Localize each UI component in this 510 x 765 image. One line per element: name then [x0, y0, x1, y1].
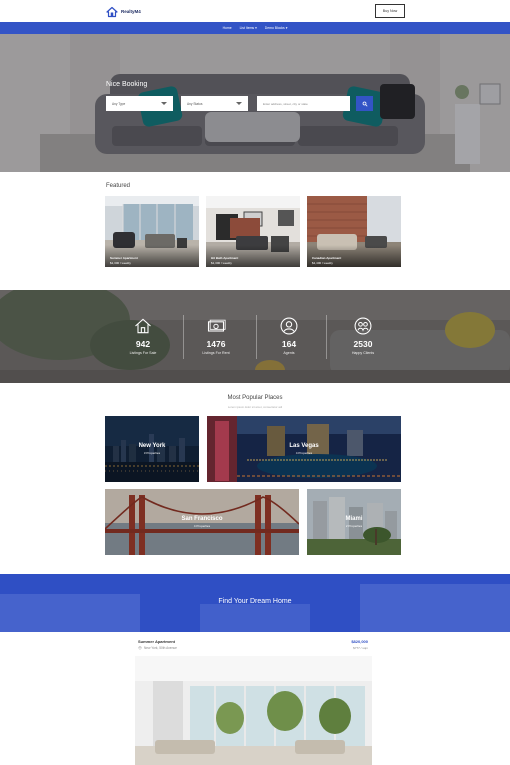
- nav-item-demo-blocks[interactable]: Demo Blocks ▾: [265, 26, 288, 30]
- stat-value: 2530: [353, 339, 373, 349]
- house-logo-icon: [106, 6, 118, 17]
- chevron-down-icon: [236, 102, 242, 105]
- place-name: San Francisco: [181, 516, 223, 522]
- card-title: Canadian Apartment: [312, 256, 342, 260]
- popular-places-title: Most Popular Places: [227, 395, 283, 401]
- listing-price: $820,000: [351, 639, 368, 644]
- stat-value: 942: [135, 339, 151, 349]
- status-select-value: Any Status: [187, 101, 203, 106]
- listing-location-text: New York, 50th Avenue: [144, 646, 177, 650]
- stat-value: 164: [281, 339, 297, 349]
- apartment-photo: [135, 656, 372, 765]
- nav-item-list-items[interactable]: List Items ▾: [240, 26, 257, 30]
- handshake-icon: [354, 317, 372, 335]
- place-overlay: [105, 416, 199, 482]
- hero-title: Nice Booking: [106, 81, 148, 88]
- status-select[interactable]: Any Status: [181, 96, 248, 111]
- place-name: Miami: [345, 516, 363, 522]
- nav-item-home[interactable]: Home: [223, 26, 232, 30]
- top-header: RealtyM4 Buy Now: [0, 0, 510, 22]
- logo[interactable]: RealtyM4: [106, 5, 141, 18]
- page: RealtyM4 Buy Now Home List Items ▾ Demo …: [0, 0, 510, 765]
- person-icon: [280, 317, 298, 335]
- buy-now-button[interactable]: Buy Now: [375, 4, 405, 18]
- featured-title: Featured: [106, 183, 131, 189]
- dream-home-title: Find Your Dream Home: [218, 598, 292, 605]
- place-name: New York: [138, 443, 166, 449]
- money-icon: [207, 319, 226, 332]
- stat-label: Listings For Rent: [202, 351, 230, 355]
- stat-value: 1476: [206, 339, 226, 349]
- main-nav: Home List Items ▾ Demo Blocks ▾: [0, 22, 510, 34]
- place-card-miami[interactable]: Miami 2 Properties: [307, 489, 401, 555]
- stat-happy-clients: 2530 Happy Clients: [323, 316, 403, 355]
- type-select-value: Any Type: [112, 101, 126, 106]
- house-icon: [135, 318, 151, 334]
- place-card-new-york[interactable]: New York 3 Properties: [105, 416, 199, 482]
- stat-label: Agents: [283, 351, 295, 355]
- chevron-down-icon: [161, 102, 167, 105]
- place-count: 2 Properties: [345, 524, 363, 528]
- place-count: 4 Properties: [193, 524, 211, 528]
- place-card-las-vegas[interactable]: Las Vegas 4 Properties: [207, 416, 401, 482]
- place-overlay: [105, 489, 299, 555]
- brand-name: RealtyM4: [121, 9, 141, 14]
- place-count: 3 Properties: [143, 451, 161, 455]
- card-title: Hit Bath Apartment: [211, 256, 239, 260]
- hero-overlay: [0, 34, 510, 172]
- card-title: Summer Apartment: [110, 256, 138, 260]
- listing-unit-price: $777 / sqm: [353, 646, 368, 650]
- featured-card[interactable]: Hit Bath Apartment $1,300 / weekly: [206, 196, 300, 267]
- stat-label: Listings For Sale: [129, 351, 157, 355]
- stat-listings-rent: 1476 Listings For Rent: [176, 316, 256, 355]
- place-overlay: [207, 416, 401, 482]
- search-button[interactable]: [356, 96, 373, 111]
- place-count: 4 Properties: [295, 451, 313, 455]
- place-name: Las Vegas: [289, 443, 319, 449]
- nav-item-label: Demo Blocks: [264, 26, 285, 30]
- featured-card[interactable]: Summer Apartment $1,300 / weekly: [105, 196, 199, 267]
- nav-item-label: List Items: [239, 26, 255, 30]
- type-select[interactable]: Any Type: [106, 96, 173, 111]
- stat-label: Happy Clients: [351, 351, 375, 355]
- stat-listings-sale: 942 Listings For Sale: [103, 316, 183, 355]
- place-overlay: [307, 489, 401, 555]
- featured-card[interactable]: Canadian Apartment $1,400 / weekly: [307, 196, 401, 267]
- dream-home-banner: Find Your Dream Home: [0, 574, 510, 632]
- hero-banner: [0, 34, 510, 172]
- card-price: $1,300 / weekly: [110, 261, 131, 265]
- listing-title[interactable]: Summer Apartment: [138, 639, 175, 644]
- listing-photo[interactable]: [135, 656, 372, 765]
- place-card-san-francisco[interactable]: San Francisco 4 Properties: [105, 489, 299, 555]
- stat-agents: 164 Agents: [249, 316, 329, 355]
- address-search-input[interactable]: Enter address, street, city or state: [257, 96, 350, 111]
- listing-location: New York, 50th Avenue: [138, 646, 177, 650]
- popular-places-subtitle: Lorem ipsum dolor sit amet, consectetur …: [227, 405, 283, 409]
- map-pin-icon: [138, 646, 142, 650]
- card-price: $1,400 / weekly: [312, 261, 333, 265]
- search-icon: [362, 101, 368, 107]
- card-price: $1,300 / weekly: [211, 261, 232, 265]
